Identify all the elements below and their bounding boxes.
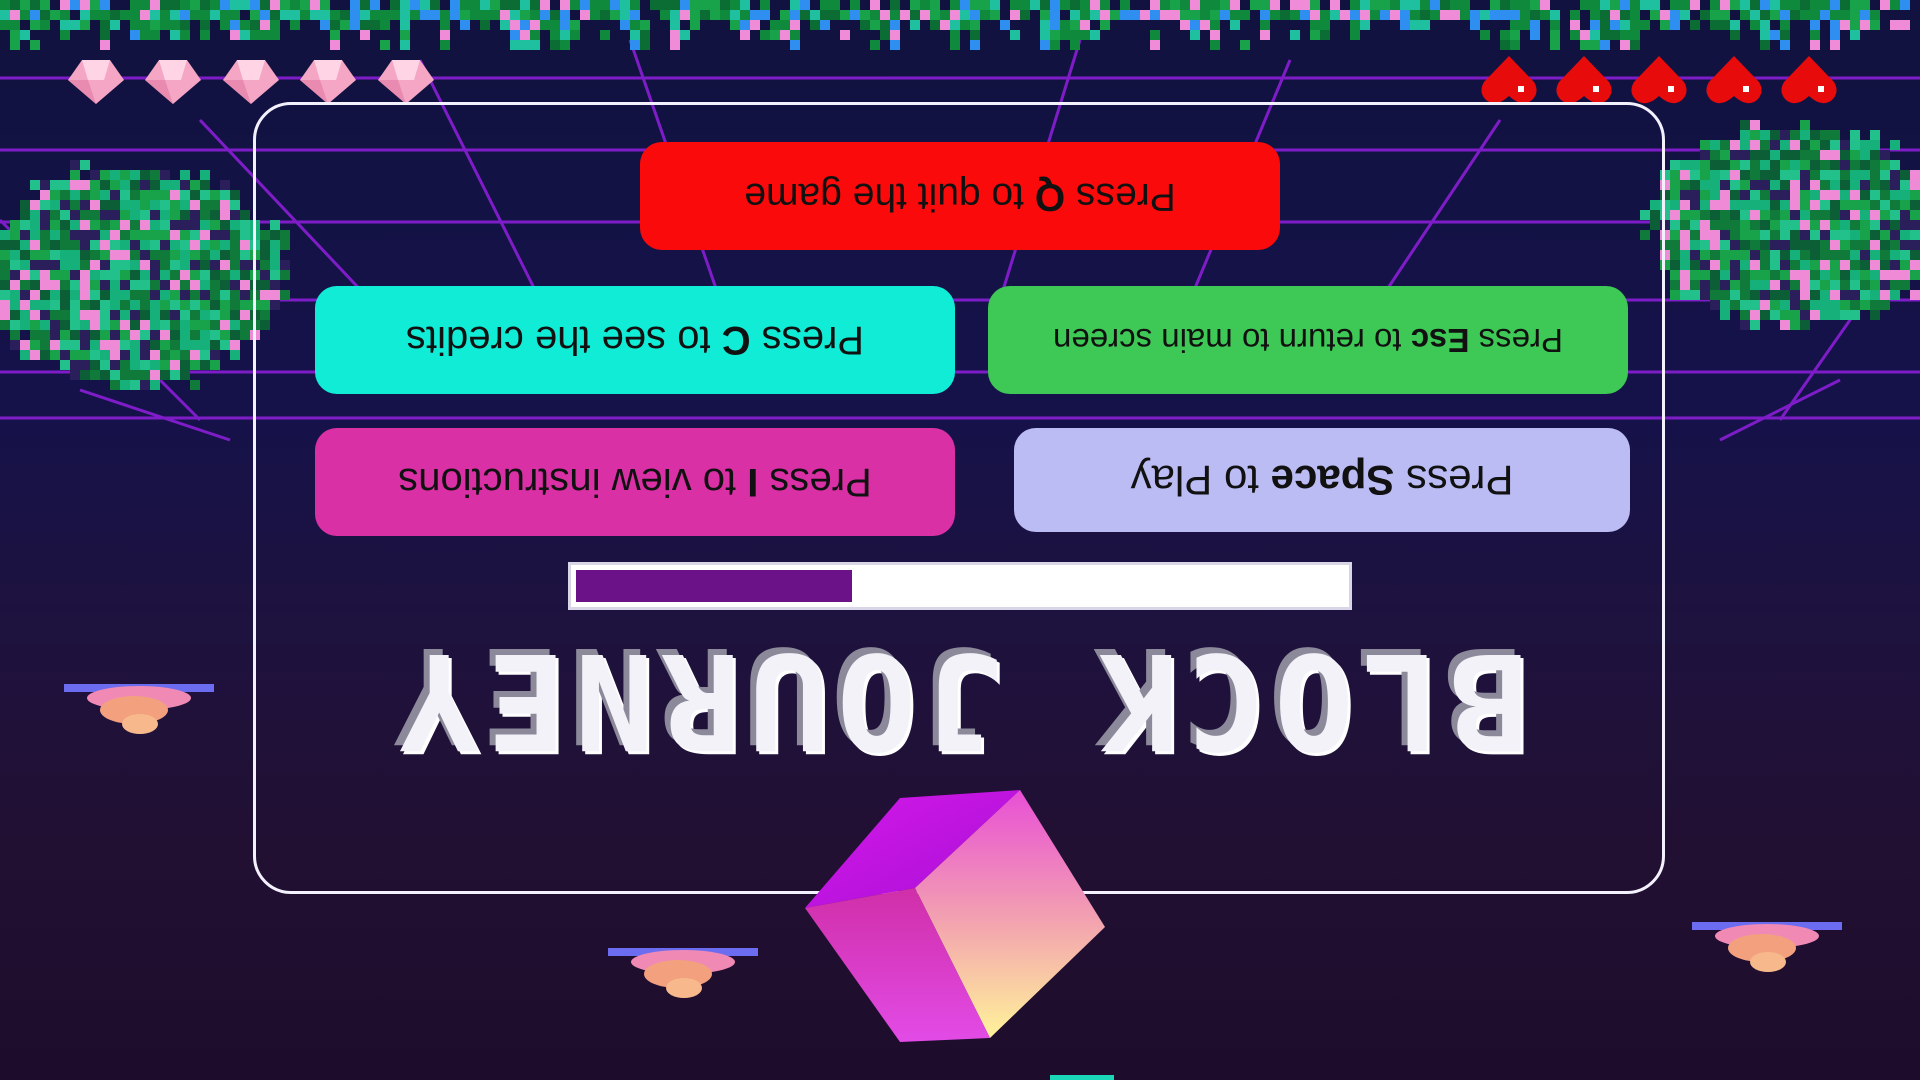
play-label-pre: Press (1394, 457, 1514, 504)
quit-label-pre: Press (1065, 175, 1176, 218)
instructions-label-pre: Press (758, 460, 872, 505)
heart-icon (1706, 56, 1762, 104)
gem-icon (300, 60, 356, 104)
play-button[interactable]: Press Space to Play (1014, 428, 1630, 532)
pixel-vines (0, 0, 1910, 50)
credits-key: C (721, 318, 751, 363)
gem-icon (223, 60, 279, 104)
floor-marker (1050, 1075, 1114, 1080)
esc-label-post: to return to main screen (1053, 322, 1411, 359)
credits-label-post: to see the credits (406, 318, 722, 363)
credits-button[interactable]: Press C to see the credits (315, 286, 955, 394)
main-screen-button[interactable]: Press Esc to return to main screen (988, 286, 1628, 394)
cloud-icon (64, 684, 214, 734)
game-title: BLOCK JOURNEY (391, 623, 1529, 777)
heart-icon (1481, 56, 1537, 104)
heart-icon (1556, 56, 1612, 104)
heart-icon (1631, 56, 1687, 104)
quit-key: Q (1034, 175, 1066, 218)
quit-button[interactable]: Press Q to quit the game (640, 142, 1280, 250)
credits-label-pre: Press (750, 318, 864, 363)
gem-icon (378, 60, 434, 104)
quit-label-post: to quit the game (744, 175, 1035, 218)
esc-key: Esc (1410, 322, 1470, 359)
esc-label-pre: Press (1469, 322, 1563, 359)
play-key: Space (1270, 457, 1395, 504)
progress-fill (576, 570, 852, 602)
heart-icon (1781, 56, 1837, 104)
cloud-icon (1692, 922, 1842, 972)
instructions-key: I (747, 460, 759, 505)
cube-icon (805, 790, 1105, 1042)
instructions-label-post: to view instructions (398, 460, 748, 505)
play-label-post: to Play (1130, 457, 1271, 504)
bush-icon (1640, 120, 1920, 330)
gem-icon (145, 60, 201, 104)
instructions-button[interactable]: Press I to view instructions (315, 428, 955, 536)
game-screen: Press Q to quit the game Press C to see … (0, 0, 1920, 1080)
progress-bar (568, 562, 1352, 610)
cloud-icon (608, 948, 758, 998)
gem-icon (68, 60, 124, 104)
